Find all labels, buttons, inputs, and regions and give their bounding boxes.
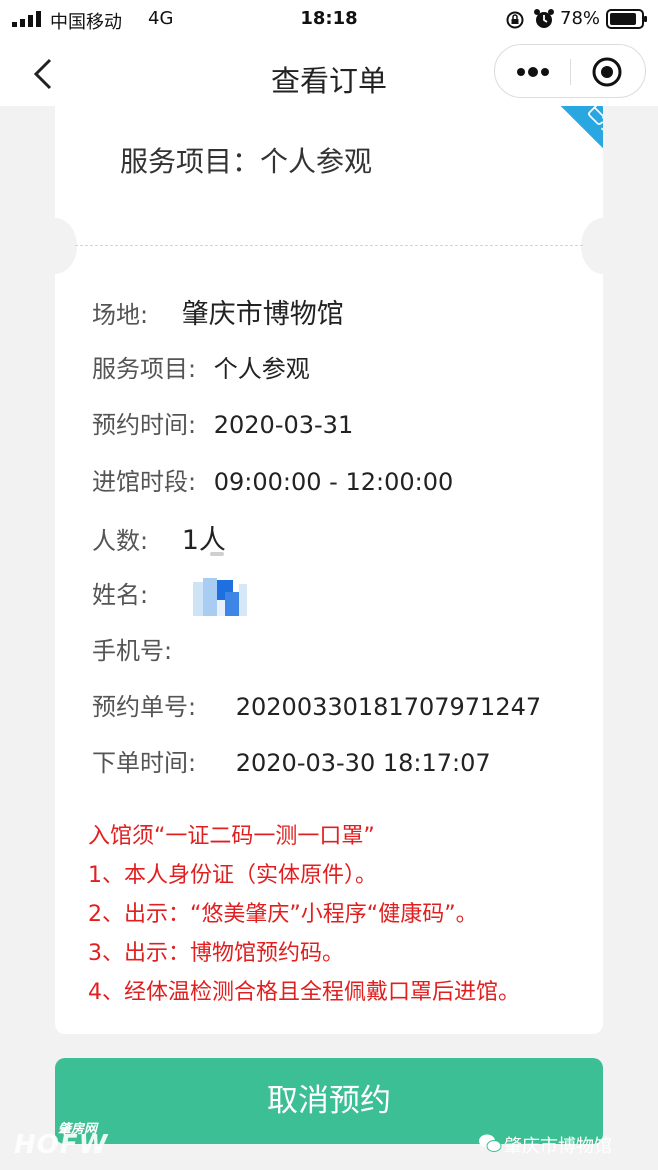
people-row: 人数: 1人 — [92, 518, 226, 557]
order-time-row: 下单时间: 2020-03-30 18:17:07 — [92, 743, 491, 778]
battery-icon — [606, 9, 647, 29]
redacted-mark — [210, 552, 224, 556]
service-value: 个人参观 — [213, 355, 310, 383]
alarm-icon — [534, 9, 554, 28]
redacted-name — [193, 578, 247, 616]
slot-row: 进馆时段: 09:00:00 - 12:00:00 — [92, 462, 453, 497]
order-time-label: 下单时间: — [92, 749, 197, 777]
service-header: 服务项目：个人参观 — [120, 145, 373, 178]
notice-line: 4、经体温检测合格且全程佩戴口罩后进馆。 — [88, 980, 520, 1005]
people-label: 人数: — [92, 527, 149, 555]
service-label: 服务项目: — [92, 355, 197, 383]
ticket-perforation — [75, 245, 583, 246]
rotation-lock-icon — [506, 11, 524, 29]
name-label: 姓名: — [92, 581, 149, 609]
status-bar: 中国移动 4G 18:18 78% — [0, 0, 658, 38]
venue-label: 场地: — [92, 301, 149, 329]
date-value: 2020-03-31 — [213, 411, 354, 439]
ticket-notch-right — [581, 218, 625, 274]
status-badge: 已接单 — [521, 106, 603, 222]
order-time-value: 2020-03-30 18:17:07 — [235, 749, 491, 777]
phone-row: 手机号: — [92, 631, 172, 666]
slot-value: 09:00:00 - 12:00:00 — [213, 468, 454, 496]
venue-value: 肇庆市博物馆 — [181, 299, 344, 330]
order-no-label: 预约单号: — [92, 693, 197, 721]
nav-bar: 查看订单 — [0, 38, 658, 106]
capsule-divider — [570, 59, 571, 85]
notice-line: 1、本人身份证（实体原件）。 — [88, 863, 377, 888]
account-watermark: 肇庆市博物馆 — [479, 1132, 612, 1158]
mini-program-capsule — [494, 44, 646, 98]
date-row: 预约时间: 2020-03-31 — [92, 405, 353, 440]
notice-line: 2、出示：“悠美肇庆”小程序“健康码”。 — [88, 902, 478, 927]
order-no-value: 20200330181707971247 — [235, 693, 542, 721]
name-row: 姓名: — [92, 575, 148, 610]
ticket-notch-left — [33, 218, 77, 274]
watermark-logo-text: HOFW — [14, 1130, 109, 1160]
battery-percentage: 78% — [560, 8, 601, 29]
venue-row: 场地: 肇庆市博物馆 — [92, 292, 344, 331]
close-target-icon[interactable] — [591, 56, 623, 88]
wechat-icon — [479, 1134, 502, 1152]
order-no-row: 预约单号: 20200330181707971247 — [92, 687, 541, 722]
more-dots-icon[interactable] — [513, 58, 553, 86]
service-row: 服务项目: 个人参观 — [92, 349, 310, 384]
watermark-account-name: 肇庆市博物馆 — [504, 1136, 612, 1157]
phone-label: 手机号: — [92, 637, 173, 665]
slot-label: 进馆时段: — [92, 468, 197, 496]
notice-line: 入馆须“一证二码一测一口罩” — [88, 824, 375, 849]
notice-line: 3、出示：博物馆预约码。 — [88, 941, 344, 966]
site-watermark: 肇房网 HOFW — [14, 1118, 114, 1162]
date-label: 预约时间: — [92, 411, 197, 439]
